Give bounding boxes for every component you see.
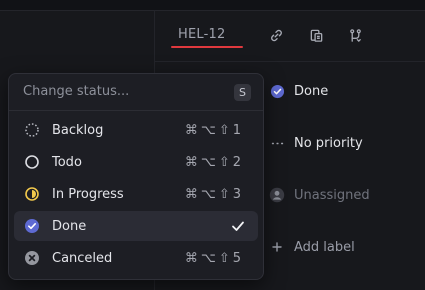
top-bar: [0, 0, 425, 11]
menu-item-canceled[interactable]: Canceled ⌘⌥⇧5: [14, 243, 258, 273]
menu-item-label: In Progress: [52, 186, 124, 202]
add-label-text: Add label: [294, 239, 355, 255]
branch-icon[interactable]: [345, 25, 365, 45]
backlog-icon: [24, 122, 40, 138]
menu-item-done[interactable]: Done: [14, 211, 258, 241]
todo-icon: [24, 154, 40, 170]
menu-item-todo[interactable]: Todo ⌘⌥⇧2: [14, 147, 258, 177]
status-dropdown: Change status... S Backlog ⌘⌥⇧1 Todo ⌘⌥⇧…: [8, 73, 264, 280]
checkmark-icon: [230, 218, 246, 234]
app-root: HEL-12 Done No priority Unassigned Add l…: [0, 0, 425, 290]
menu-item-backlog[interactable]: Backlog ⌘⌥⇧1: [14, 115, 258, 145]
status-search-input[interactable]: Change status...: [23, 84, 129, 99]
in-progress-icon: [24, 186, 40, 202]
add-label-button[interactable]: Add label: [269, 236, 355, 258]
active-tab-underline: [171, 46, 243, 48]
done-icon: [269, 83, 285, 99]
menu-item-shortcut: ⌘⌥⇧1: [184, 122, 244, 138]
assignee-value: Unassigned: [294, 187, 370, 203]
done-icon: [24, 218, 40, 234]
assignee-property[interactable]: Unassigned: [269, 184, 370, 206]
menu-item-in-progress[interactable]: In Progress ⌘⌥⇧3: [14, 179, 258, 209]
status-value: Done: [294, 83, 329, 99]
link-icon[interactable]: [266, 25, 286, 45]
copy-icon[interactable]: [306, 25, 326, 45]
menu-item-label: Backlog: [52, 122, 104, 138]
no-priority-icon: [269, 135, 285, 151]
header-separator: [155, 61, 425, 62]
user-icon: [269, 187, 285, 203]
canceled-icon: [24, 250, 40, 266]
status-property[interactable]: Done: [269, 80, 328, 102]
priority-property[interactable]: No priority: [269, 132, 363, 154]
priority-value: No priority: [294, 135, 363, 151]
menu-item-label: Todo: [52, 154, 82, 170]
shortcut-key-badge: S: [234, 84, 251, 101]
plus-icon: [269, 239, 285, 255]
menu-item-shortcut: ⌘⌥⇧2: [184, 154, 244, 170]
status-search[interactable]: Change status... S: [9, 74, 263, 111]
menu-item-label: Canceled: [52, 250, 113, 266]
issue-id-tab[interactable]: HEL-12: [178, 25, 225, 45]
menu-item-label: Done: [52, 218, 87, 234]
menu-item-shortcut: ⌘⌥⇧3: [184, 186, 244, 202]
menu-item-shortcut: ⌘⌥⇧5: [184, 250, 244, 266]
